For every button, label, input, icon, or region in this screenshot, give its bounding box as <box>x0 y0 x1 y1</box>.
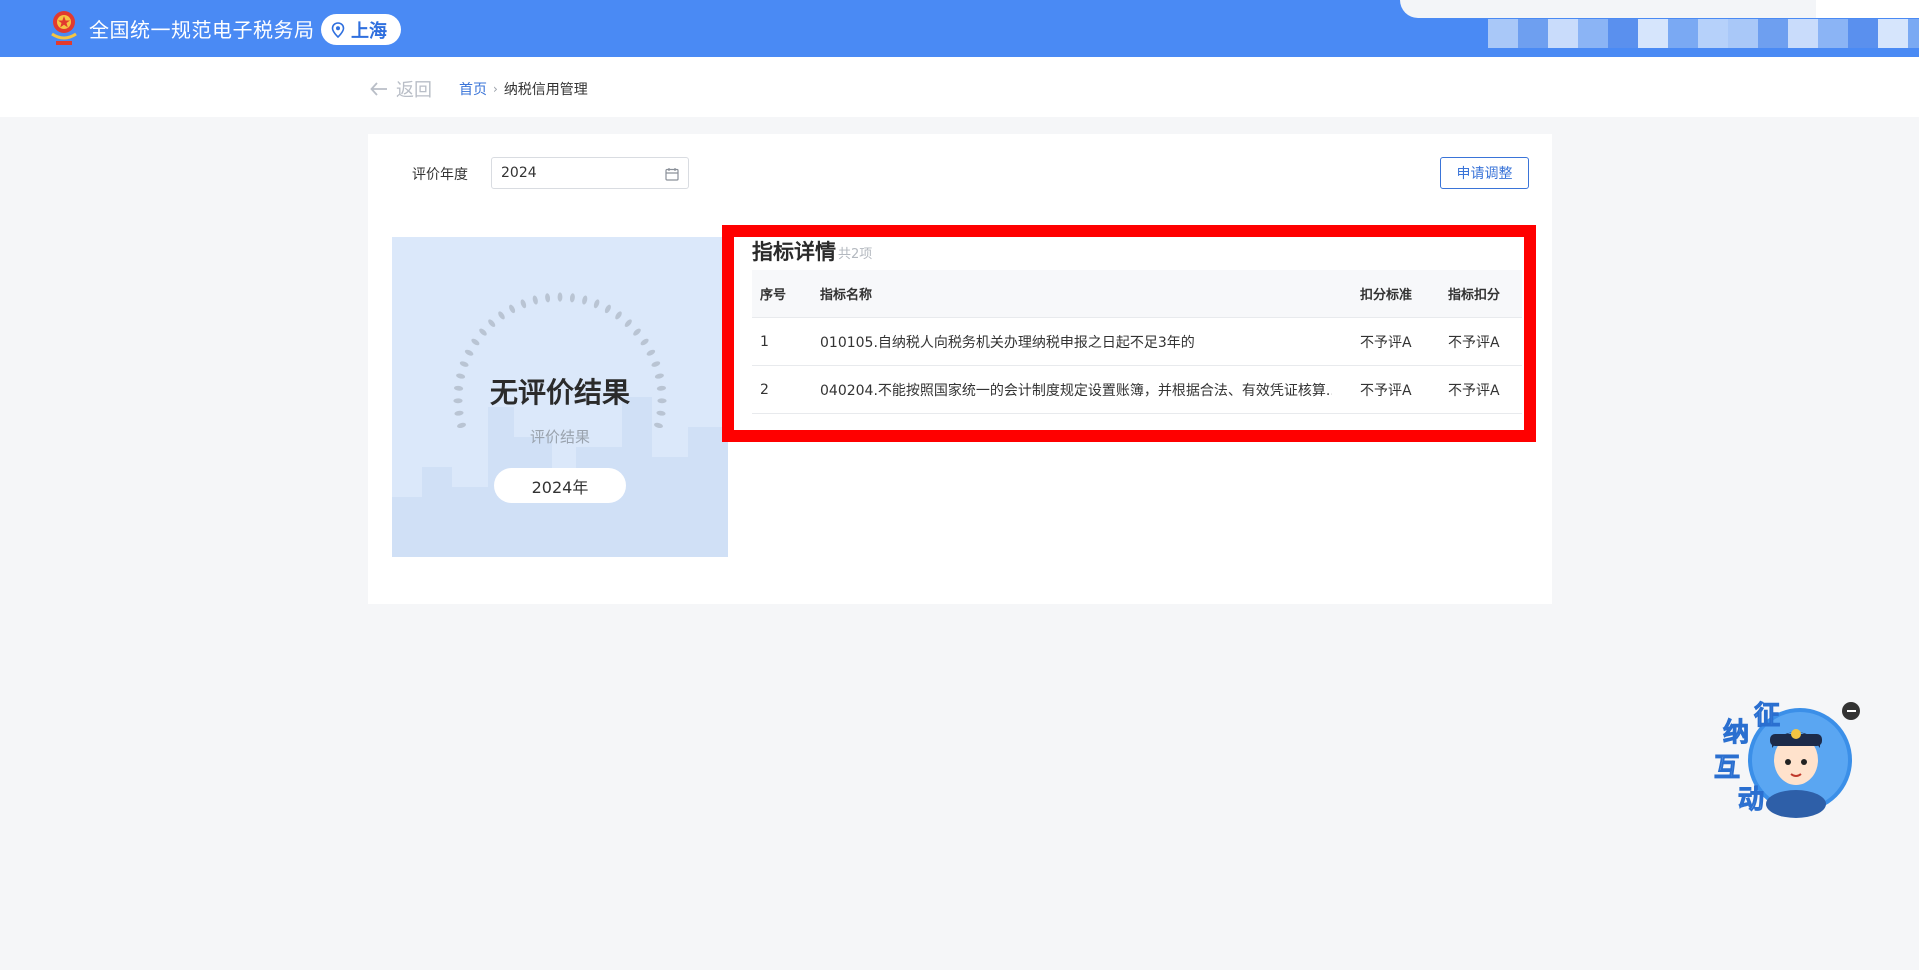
header-mosaic-tile <box>1638 19 1668 48</box>
header-mosaic-tile <box>1488 19 1518 48</box>
header-mosaic-tile <box>1758 19 1788 48</box>
ring-dot <box>633 328 641 336</box>
ring-dot <box>624 319 632 327</box>
back-label: 返回 <box>396 80 432 101</box>
header-mosaic-tile <box>1548 19 1578 48</box>
header-mosaic-tile <box>1788 19 1818 48</box>
header-mosaic-tile <box>1668 19 1698 48</box>
header-mosaic-tile <box>1518 19 1548 48</box>
ring-dot <box>656 410 666 416</box>
ring-dot <box>593 299 600 309</box>
mascot-char: 征 <box>1754 701 1780 731</box>
mascot-char: 互 <box>1714 753 1740 783</box>
indicator-table: 序号 指标名称 扣分标准 指标扣分 1 010105.自纳税人向税务机关办理纳税… <box>752 270 1522 414</box>
ring-dot <box>479 328 487 336</box>
calendar-icon <box>665 168 679 181</box>
column-header-index: 序号 <box>760 288 787 303</box>
breadcrumb: 首页 › 纳税信用管理 <box>459 79 588 99</box>
table-cell-standard: 不予评A <box>1360 334 1412 351</box>
ring-dot <box>464 349 474 356</box>
details-title: 指标详情 <box>752 240 836 264</box>
region-selector[interactable]: 上海 <box>321 14 401 45</box>
ring-dot <box>498 311 505 320</box>
header-mosaic-tile <box>1608 19 1638 48</box>
ring-dot <box>509 304 516 314</box>
header-mosaic-tile <box>1908 19 1919 48</box>
ring-dot <box>459 361 469 367</box>
table-header: 序号 指标名称 扣分标准 指标扣分 <box>752 270 1522 318</box>
table-cell-name: 010105.自纳税人向税务机关办理纳税申报之日起不足3年的 <box>820 334 1195 351</box>
ring-dot <box>615 311 622 320</box>
region-label: 上海 <box>351 20 387 42</box>
ring-dot <box>520 299 527 309</box>
mascot-assistant-icon[interactable]: 征 纳 互 动 <box>1708 696 1858 818</box>
tax-emblem-icon <box>51 11 77 45</box>
ring-dot <box>488 319 496 327</box>
table-cell-deduction: 不予评A <box>1448 334 1500 351</box>
table-row: 2 040204.不能按照国家统一的会计制度规定设置账簿，并根据合法、有效凭证核… <box>752 366 1522 414</box>
app-title: 全国统一规范电子税务局 <box>89 18 315 42</box>
breadcrumb-current: 纳税信用管理 <box>503 82 588 98</box>
location-pin-icon <box>331 21 345 38</box>
evaluation-result-panel: 无评价结果 评价结果 2024年 <box>392 237 728 557</box>
ring-dot <box>532 295 538 305</box>
column-header-standard: 扣分标准 <box>1360 288 1413 303</box>
table-cell-deduction: 不予评A <box>1448 382 1500 399</box>
column-header-name: 指标名称 <box>820 288 873 303</box>
ring-dot <box>454 410 464 416</box>
column-header-deduction: 指标扣分 <box>1448 288 1501 303</box>
table-cell-index: 2 <box>760 381 769 398</box>
back-button[interactable]: 返回 <box>370 76 432 102</box>
mascot-char: 动 <box>1738 785 1764 815</box>
result-year-badge: 2024年 <box>494 468 626 503</box>
year-picker-value: 2024 <box>501 165 537 181</box>
header-mosaic-tile <box>1698 19 1728 48</box>
ring-dot <box>471 338 480 346</box>
ring-dot <box>604 304 611 314</box>
result-title: 无评价结果 <box>489 376 630 409</box>
result-subtitle: 评价结果 <box>529 428 590 446</box>
table-cell-standard: 不予评A <box>1360 382 1412 399</box>
header-mosaic-tile <box>1818 19 1848 48</box>
ring-dot <box>651 361 661 367</box>
ring-dot <box>569 293 575 303</box>
header-mosaic-tile <box>1578 19 1608 48</box>
table-cell-name: 040204.不能按照国家统一的会计制度规定设置账簿，并根据合法、有效凭证核算.… <box>820 382 1332 399</box>
table-row: 1 010105.自纳税人向税务机关办理纳税申报之日起不足3年的 不予评A 不予… <box>752 318 1522 366</box>
header-mosaic-tile <box>1878 19 1908 48</box>
table-cell-index: 1 <box>760 333 769 350</box>
header-mosaic-tile <box>1728 19 1758 48</box>
chevron-right-icon: › <box>493 82 498 96</box>
breadcrumb-home-link[interactable]: 首页 <box>459 79 487 99</box>
header-decoration-strip-right <box>1816 0 1919 18</box>
year-picker[interactable]: 2024 <box>491 157 689 189</box>
sub-navigation <box>0 57 1919 117</box>
ring-dot <box>640 338 649 346</box>
header-mosaic-tile <box>1848 19 1878 48</box>
mascot-char: 纳 <box>1723 717 1749 748</box>
ring-dot <box>646 349 656 356</box>
minus-circle-icon[interactable] <box>1842 702 1860 720</box>
arrow-left-icon <box>370 82 387 96</box>
top-header: 全国统一规范电子税务局 上海 <box>0 0 1919 57</box>
ring-dot <box>545 293 551 303</box>
details-count: 共2项 <box>838 247 873 262</box>
apply-adjustment-button[interactable]: 申请调整 <box>1440 157 1529 189</box>
year-label: 评价年度 <box>412 167 468 183</box>
ring-dot <box>582 295 588 305</box>
ring-dot <box>557 292 563 302</box>
